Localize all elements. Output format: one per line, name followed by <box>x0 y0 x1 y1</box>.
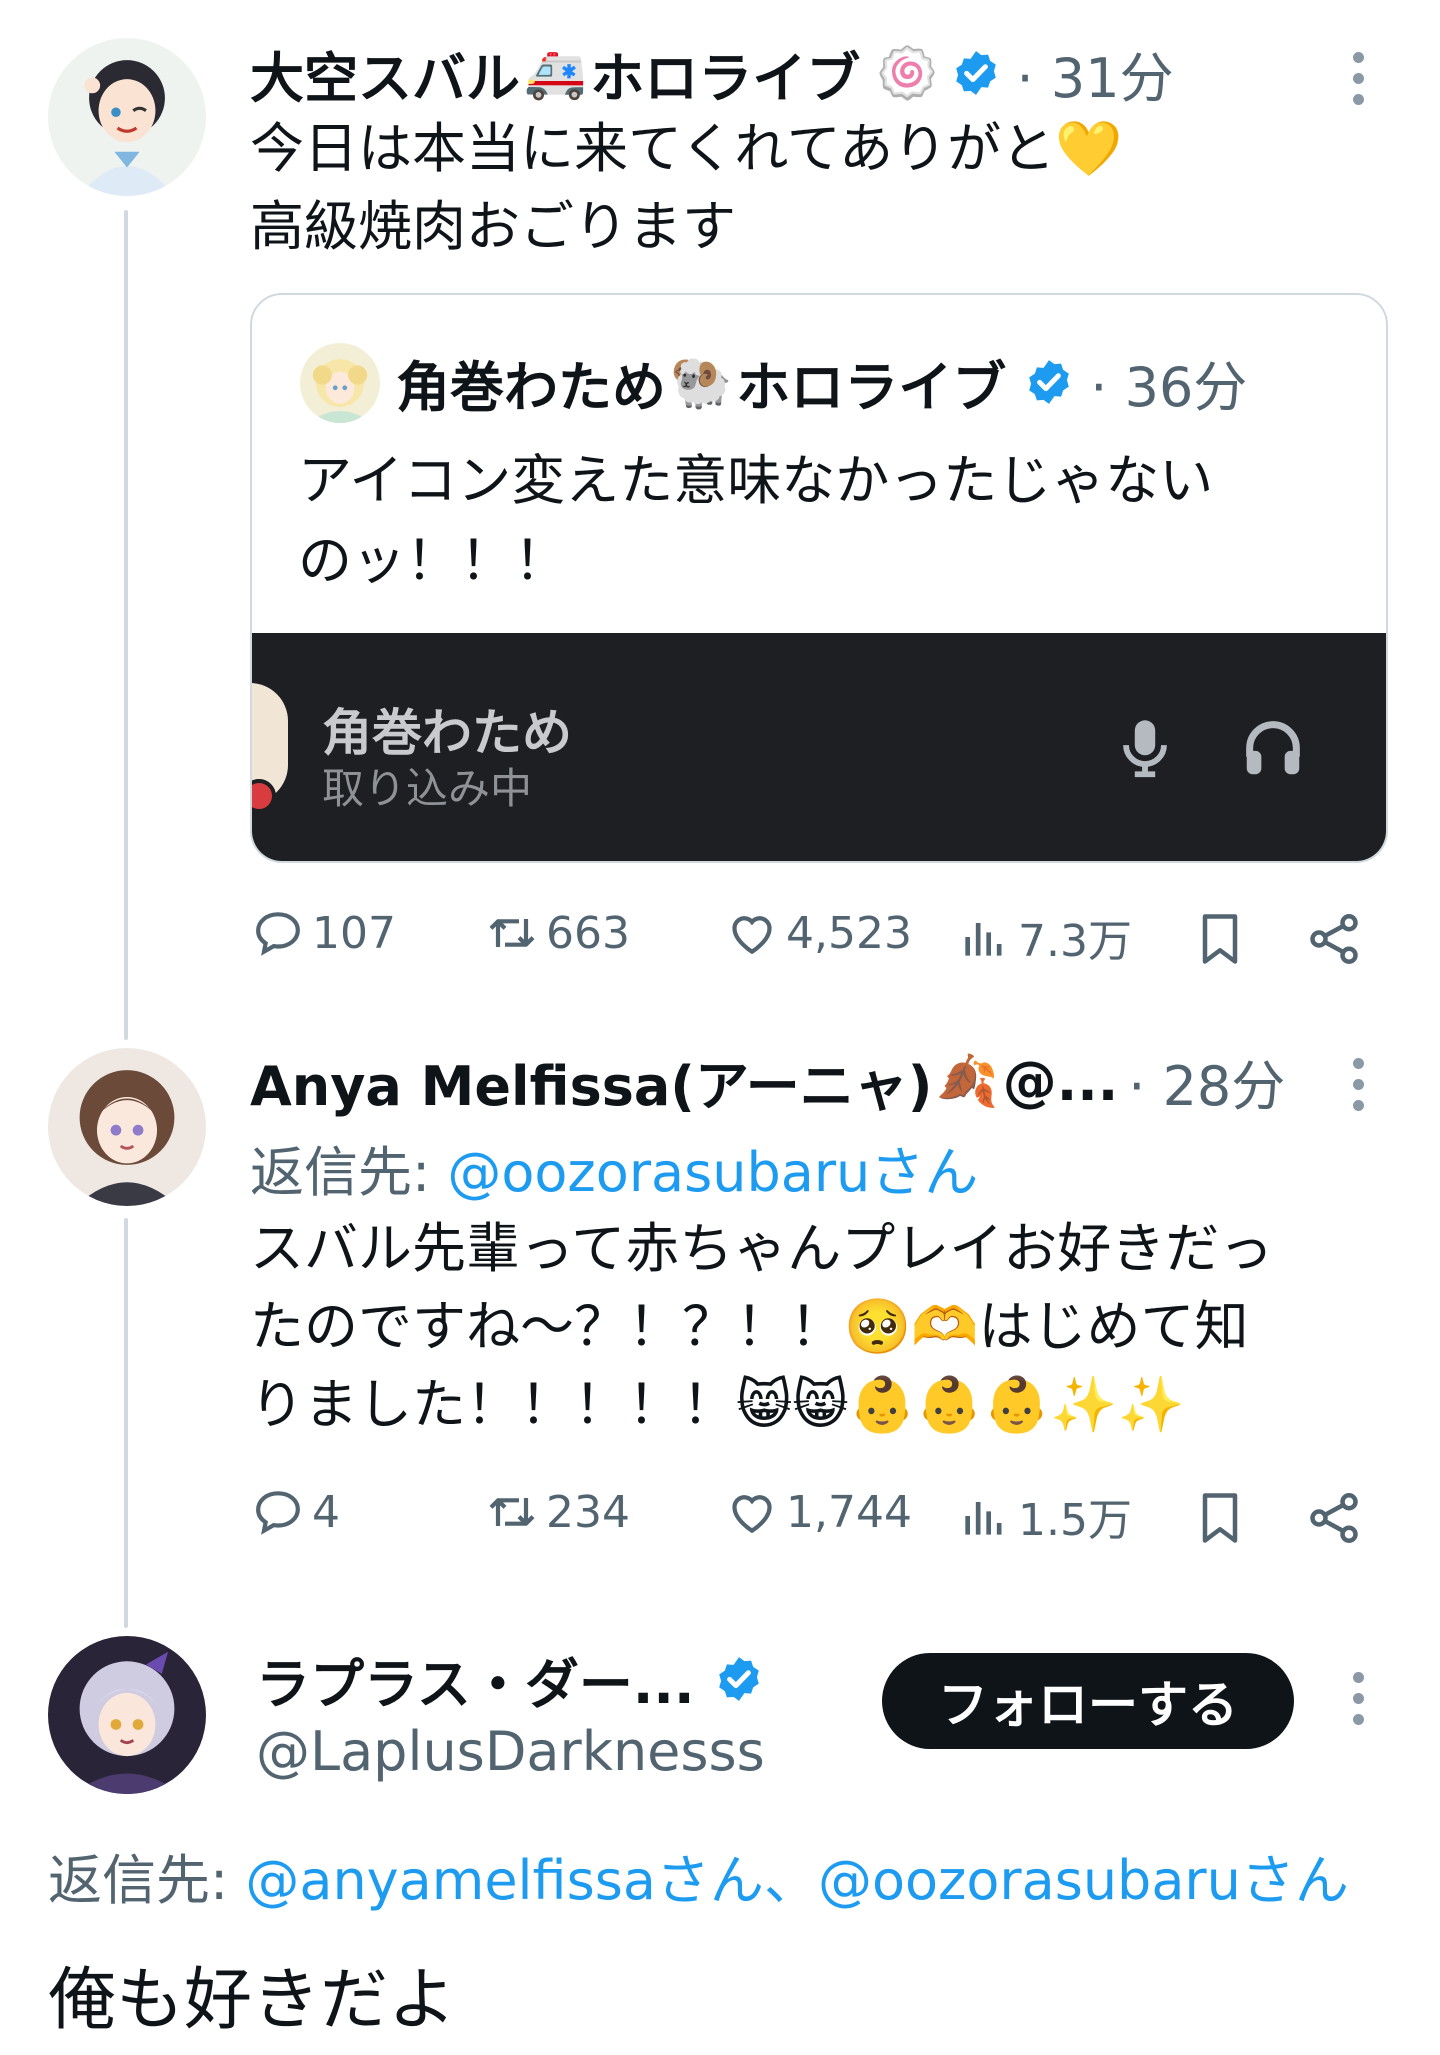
fallen-leaf-emoji: 🍂 <box>936 1052 999 1110</box>
tweet2-header: Anya Melfissa(アーニャ) 🍂 @... · 28分 <box>250 1048 1285 1118</box>
more-icon[interactable] <box>1348 1058 1368 1111</box>
avatar-watame <box>300 343 380 423</box>
thread-line <box>124 1218 128 1628</box>
reply-separator: 、 <box>763 1849 818 1912</box>
reply-to-label: 返信先: <box>48 1849 246 1912</box>
avatar-subaru[interactable] <box>48 38 206 196</box>
like-icon <box>732 1495 772 1534</box>
tweet2-actions: 4 234 1,744 1.5万 <box>250 1484 1380 1554</box>
naruto-emoji: 🍥 <box>876 44 939 102</box>
views-button[interactable]: 1.5万 <box>956 1484 1132 1548</box>
quote-text: アイコン変えた意味なかったじゃない のッ！！！ <box>298 441 1358 601</box>
headphones-icon <box>1246 721 1300 775</box>
tweet1-header: 大空スバル 🚑 ホロライブ 🍥 · 31分 <box>250 40 1174 110</box>
views-icon <box>965 1502 1002 1535</box>
retweet-icon <box>489 919 535 947</box>
retweet-button[interactable]: 234 <box>484 1484 630 1540</box>
media-user-status: 取り込み中 <box>322 764 533 813</box>
quote-line2: のッ！！！ <box>298 529 568 592</box>
share-icon[interactable] <box>1304 909 1364 969</box>
tweet1-actions: 107 663 4,523 7.3万 <box>250 905 1380 975</box>
tweet2-line2-emoji: 🥺🫶 <box>844 1295 979 1358</box>
tweet1-line1: 今日は本当に来てくれてありがと <box>250 117 1056 180</box>
reply-to-label: 返信先: <box>250 1141 448 1204</box>
tweet2-line2-end: はじめて知 <box>978 1295 1249 1358</box>
mic-icon <box>1123 720 1167 778</box>
avatar-laplus[interactable] <box>48 1636 206 1794</box>
views-icon <box>965 923 1002 956</box>
author-name[interactable]: ラプラス・ダー... <box>256 1640 694 1719</box>
like-button[interactable]: 4,523 <box>724 905 912 961</box>
views-count: 1.5万 <box>1018 1495 1132 1546</box>
like-icon <box>732 916 772 955</box>
tweet-time[interactable]: · 28分 <box>1128 1042 1285 1121</box>
reply-button[interactable]: 107 <box>250 905 396 961</box>
like-button[interactable]: 1,744 <box>724 1484 912 1540</box>
retweet-count: 234 <box>546 1486 630 1538</box>
quoted-tweet[interactable]: 角巻わため 🐏 ホロライブ · 36分 アイコン変えた意味なかったじゃない のッ… <box>250 293 1388 863</box>
tweet2-line3-emoji: 😸😸👶👶👶✨✨ <box>736 1373 1185 1436</box>
retweet-count: 663 <box>546 907 630 959</box>
reply-mention-anya[interactable]: @anyamelfissaさん <box>245 1849 764 1912</box>
bookmark-icon[interactable] <box>1190 1488 1250 1548</box>
reply-to: 返信先: @anyamelfissaさん、@oozorasubaruさん <box>48 1836 1349 1915</box>
author-name[interactable]: 大空スバル <box>250 34 520 113</box>
verified-icon <box>719 1657 760 1701</box>
tweet2-line3: りました！！！！！ <box>250 1373 736 1436</box>
quote-author-name: 角巻わため <box>396 355 666 419</box>
like-count: 4,523 <box>786 907 912 959</box>
tweet3-header: ラプラス・ダー... <box>256 1646 770 1716</box>
tweet2-text: スバル先輩って赤ちゃんプレイお好きだっ たのですね〜？！？！！🥺🫶はじめて知 り… <box>250 1210 1380 1444</box>
tweet2-line2: たのですね〜？！？！！ <box>250 1295 844 1358</box>
author-name[interactable]: Anya Melfissa(アーニャ) <box>250 1042 932 1121</box>
reply-mention[interactable]: @oozorasubaruさん <box>447 1141 978 1204</box>
author-handle[interactable]: @... <box>1003 1050 1119 1113</box>
tweet3-text: 俺も好きだよ <box>48 1961 457 2040</box>
reply-count: 107 <box>312 907 396 959</box>
more-icon[interactable] <box>1348 1672 1368 1725</box>
more-icon[interactable] <box>1348 52 1368 105</box>
views-button[interactable]: 7.3万 <box>956 905 1132 969</box>
quote-line1: アイコン変えた意味なかったじゃない <box>298 449 1214 512</box>
bookmark-icon[interactable] <box>1190 909 1250 969</box>
quote-time: · 36分 <box>1090 355 1248 419</box>
retweet-button[interactable]: 663 <box>484 905 630 961</box>
reply-button[interactable]: 4 <box>250 1484 340 1540</box>
ambulance-emoji: 🚑 <box>524 44 587 102</box>
follow-button[interactable]: フォローする <box>882 1653 1294 1749</box>
verified-icon <box>1029 360 1070 404</box>
sheep-emoji: 🐏 <box>670 353 733 411</box>
views-count: 7.3万 <box>1018 916 1132 967</box>
share-icon[interactable] <box>1304 1488 1364 1548</box>
reply-mention-subaru[interactable]: @oozorasubaruさん <box>818 1849 1349 1912</box>
verified-icon <box>955 51 996 95</box>
reply-to: 返信先: @oozorasubaruさん <box>250 1128 978 1207</box>
reply-icon <box>256 1491 300 1535</box>
quote-author-suffix: ホロライブ <box>736 355 1007 419</box>
tweet1-line2: 高級焼肉おごります <box>250 195 736 258</box>
yellow-heart-emoji: 💛 <box>1055 117 1123 180</box>
author-name-suffix[interactable]: ホロライブ <box>590 34 860 113</box>
reply-count: 4 <box>312 1486 340 1538</box>
tweet1-text: 今日は本当に来てくれてありがと💛 高級焼肉おごります <box>250 110 1370 266</box>
author-handle[interactable]: @LaplusDarknesss <box>256 1720 765 1783</box>
retweet-icon <box>489 1498 535 1526</box>
like-count: 1,744 <box>786 1486 912 1538</box>
quote-header: 角巻わため 🐏 ホロライブ · 36分 <box>396 349 1247 419</box>
thread-line <box>124 210 128 1040</box>
tweet2-line1: スバル先輩って赤ちゃんプレイお好きだっ <box>250 1217 1274 1280</box>
avatar-anya[interactable] <box>48 1048 206 1206</box>
tweet-time[interactable]: · 31分 <box>1017 34 1174 113</box>
quoted-media[interactable]: 角巻わため 取り込み中 <box>252 633 1386 861</box>
reply-icon <box>256 912 300 956</box>
